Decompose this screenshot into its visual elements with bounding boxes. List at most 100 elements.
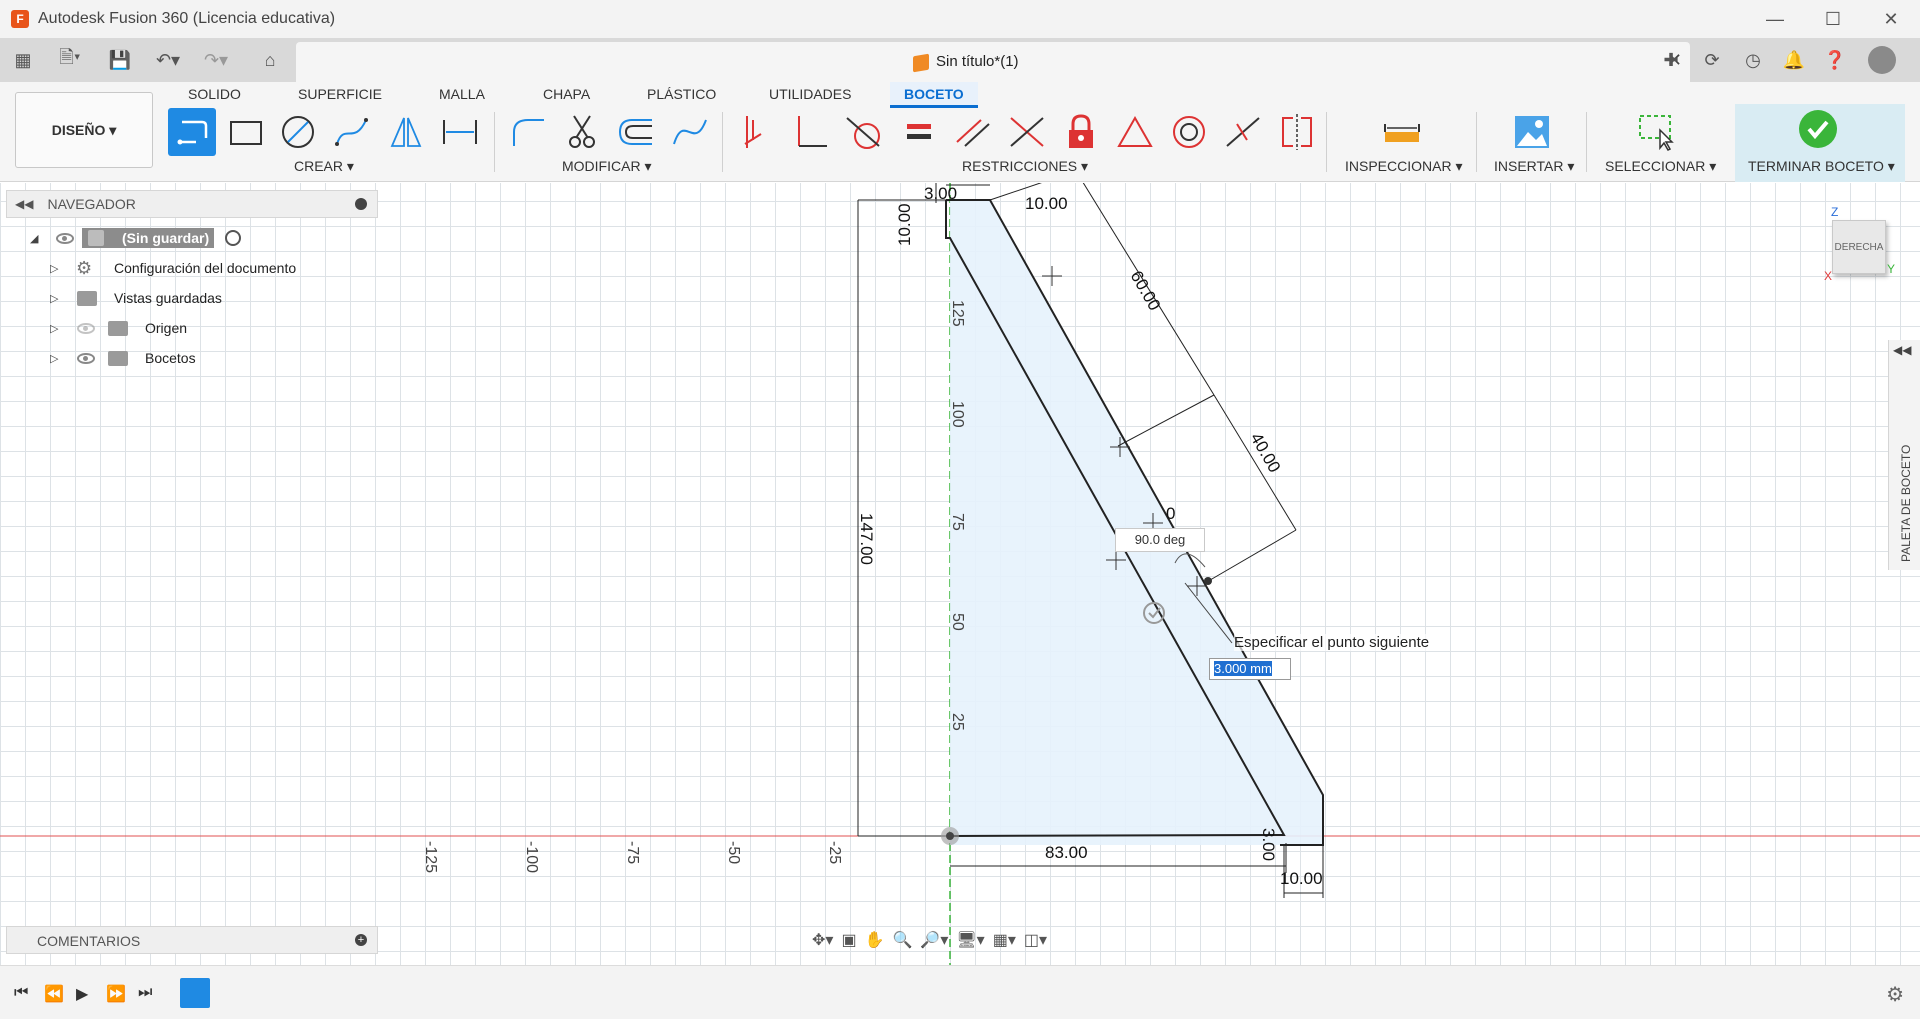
expand-triangle-icon[interactable]: ▷ bbox=[50, 352, 58, 365]
expand-triangle-icon[interactable]: ▷ bbox=[50, 292, 58, 305]
group-insertar[interactable]: INSERTAR ▾ bbox=[1494, 158, 1574, 175]
group-modificar[interactable]: MODIFICAR ▾ bbox=[562, 158, 651, 175]
tab-malla[interactable]: MALLA bbox=[439, 82, 485, 108]
expand-triangle-icon[interactable]: ◢ bbox=[30, 232, 38, 245]
parallel-constraint-icon[interactable] bbox=[949, 108, 997, 156]
circle-tool-icon[interactable] bbox=[274, 108, 322, 156]
save-icon[interactable]: 💾 bbox=[106, 38, 134, 82]
group-restricciones[interactable]: RESTRICCIONES ▾ bbox=[962, 158, 1088, 175]
home-icon[interactable]: ⌂ bbox=[250, 38, 290, 82]
offset-tool-icon[interactable] bbox=[612, 108, 660, 156]
tab-superficie[interactable]: SUPERFICIE bbox=[298, 82, 382, 108]
job-status-icon[interactable]: ◷ bbox=[1735, 38, 1771, 82]
tab-plastico[interactable]: PLÁSTICO bbox=[647, 82, 716, 108]
display-settings-icon[interactable]: 🖥▾ bbox=[956, 930, 984, 950]
select-window-icon[interactable] bbox=[1632, 108, 1680, 156]
sketch-canvas[interactable]: 3.00 10.00 10.00 60.00 40.00 147.00 83.0… bbox=[0, 183, 1920, 965]
document-tab-bar: ▦ 🗎▾ 💾 ↶▾ ↷▾ ⌂ Sin título*(1) ✕ bbox=[0, 38, 1920, 82]
close-window-icon[interactable]: ✕ bbox=[1862, 0, 1920, 38]
orbit-icon[interactable]: ✥▾ bbox=[812, 930, 833, 950]
perpendicular-constraint-icon[interactable] bbox=[787, 108, 835, 156]
triangle-constraint-icon[interactable] bbox=[1111, 108, 1159, 156]
hidden-eye-icon[interactable] bbox=[77, 322, 95, 334]
timeline-settings-gear-icon[interactable]: ⚙ bbox=[1886, 982, 1904, 1007]
sketch-drawing[interactable]: 3.00 10.00 10.00 60.00 40.00 147.00 83.0… bbox=[0, 183, 1920, 965]
axis-label-v: 50 bbox=[949, 613, 966, 631]
timeline-sketch-item[interactable] bbox=[180, 978, 210, 1008]
tab-solido[interactable]: SOLIDO bbox=[188, 82, 241, 108]
visibility-eye-icon[interactable] bbox=[77, 352, 95, 364]
trim-tool-icon[interactable] bbox=[558, 108, 606, 156]
look-at-icon[interactable]: ▣ bbox=[841, 930, 856, 950]
axis-label-v: 100 bbox=[949, 401, 966, 428]
fusion-app-icon: F bbox=[11, 10, 29, 28]
active-radio-icon[interactable] bbox=[225, 230, 241, 246]
finish-sketch-label[interactable]: TERMINAR BOCETO ▾ bbox=[1748, 158, 1895, 175]
tab-utilidades[interactable]: UTILIDADES bbox=[769, 82, 851, 108]
zoom-window-icon[interactable]: 🔎▾ bbox=[920, 930, 948, 950]
timeline-prev-icon[interactable]: ⏪ bbox=[44, 984, 64, 1004]
tangent-constraint-icon[interactable] bbox=[841, 108, 889, 156]
expand-triangle-icon[interactable]: ▷ bbox=[50, 322, 58, 335]
midpoint-constraint-icon[interactable] bbox=[1219, 108, 1267, 156]
group-inspeccionar[interactable]: INSPECCIONAR ▾ bbox=[1345, 158, 1463, 175]
tab-boceto[interactable]: BOCETO bbox=[890, 82, 978, 108]
navigator-minimize-icon[interactable] bbox=[355, 198, 367, 210]
symmetry-constraint-icon[interactable] bbox=[1273, 108, 1321, 156]
viewcube[interactable]: DERECHA bbox=[1832, 220, 1886, 274]
notifications-icon[interactable]: 🔔 bbox=[1776, 38, 1812, 82]
curve-tool-icon[interactable] bbox=[666, 108, 714, 156]
viewports-icon[interactable]: ◫▾ bbox=[1024, 930, 1047, 950]
grid-settings-icon[interactable]: ▦▾ bbox=[993, 930, 1016, 950]
document-tab[interactable]: Sin título*(1) ✕ bbox=[296, 42, 1690, 82]
rectangle-tool-icon[interactable] bbox=[221, 108, 269, 156]
help-icon[interactable]: ❓ bbox=[1817, 38, 1853, 82]
sync-icon[interactable]: ⟳ bbox=[1694, 38, 1730, 82]
dimension-tool-icon[interactable] bbox=[436, 108, 484, 156]
measure-tool-icon[interactable] bbox=[1378, 108, 1426, 156]
timeline-play-icon[interactable]: ▶ bbox=[76, 984, 88, 1004]
palette-collapse-icon[interactable]: ◀◀ bbox=[1893, 343, 1911, 357]
file-menu-icon[interactable]: 🗎▾ bbox=[50, 38, 90, 82]
fix-constraint-icon[interactable] bbox=[1057, 108, 1105, 156]
visibility-eye-icon[interactable] bbox=[56, 232, 74, 244]
line-tool-icon[interactable] bbox=[168, 108, 216, 156]
undo-icon[interactable]: ↶▾ bbox=[148, 38, 188, 82]
tab-chapa[interactable]: CHAPA bbox=[543, 82, 590, 108]
timeline-end-icon[interactable]: ⏭ bbox=[138, 984, 152, 1002]
timeline-start-icon[interactable]: ⏮ bbox=[14, 984, 28, 1002]
zoom-icon[interactable]: 🔍 bbox=[892, 930, 912, 950]
apps-grid-icon[interactable]: ▦ bbox=[8, 38, 38, 82]
equal-constraint-icon[interactable] bbox=[895, 108, 943, 156]
timeline-next-icon[interactable]: ⏩ bbox=[106, 984, 126, 1004]
nav-item-label: Configuración del documento bbox=[114, 260, 297, 276]
collinear-constraint-icon[interactable] bbox=[1003, 108, 1051, 156]
sketch-palette-label[interactable]: PALETA DE BOCETO bbox=[1899, 445, 1913, 562]
mirror-tool-icon[interactable] bbox=[382, 108, 430, 156]
length-input[interactable]: 3.000 mm bbox=[1209, 658, 1291, 680]
angle-input[interactable]: 90.0 deg bbox=[1115, 528, 1205, 552]
coincident-constraint-icon[interactable] bbox=[733, 108, 781, 156]
group-seleccionar[interactable]: SELECCIONAR ▾ bbox=[1605, 158, 1716, 175]
fillet-tool-icon[interactable] bbox=[504, 108, 552, 156]
concentric-constraint-icon[interactable] bbox=[1165, 108, 1213, 156]
dim-base-length: 83.00 bbox=[1045, 843, 1088, 862]
finish-sketch-check-icon[interactable] bbox=[1799, 110, 1837, 148]
maximize-icon[interactable]: ☐ bbox=[1804, 0, 1862, 38]
finish-sketch-area[interactable]: TERMINAR BOCETO ▾ bbox=[1735, 104, 1905, 182]
dim-top-width: 3.00 bbox=[924, 184, 957, 203]
axis-label-v: 25 bbox=[949, 713, 966, 731]
user-avatar[interactable] bbox=[1862, 38, 1902, 82]
group-crear[interactable]: CREAR ▾ bbox=[294, 158, 354, 175]
minimize-icon[interactable]: — bbox=[1746, 0, 1804, 38]
document-cube-icon bbox=[913, 53, 929, 73]
redo-icon[interactable]: ↷▾ bbox=[196, 38, 236, 82]
insert-image-icon[interactable] bbox=[1508, 108, 1556, 156]
pan-icon[interactable]: ✋ bbox=[865, 930, 885, 950]
expand-triangle-icon[interactable]: ▷ bbox=[50, 262, 58, 275]
workspace-switcher[interactable]: DISEÑO ▾ bbox=[15, 92, 153, 168]
spline-tool-icon[interactable] bbox=[328, 108, 376, 156]
add-comment-icon[interactable]: + bbox=[355, 934, 367, 946]
new-tab-icon[interactable]: ✚ bbox=[1653, 38, 1689, 82]
collapse-panel-icon[interactable]: ◀◀ bbox=[15, 197, 33, 211]
